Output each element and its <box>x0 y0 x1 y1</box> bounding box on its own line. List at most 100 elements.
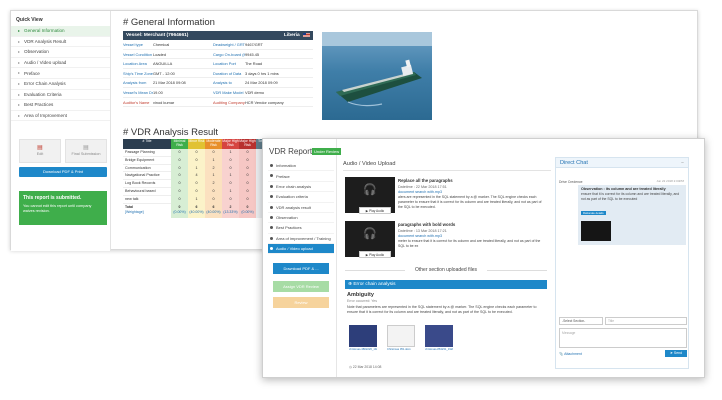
info-value: 19.00 <box>153 88 213 98</box>
info-value: 3 days 0 hrs 1 mins <box>245 69 313 79</box>
total-cell: 0 (0.00%) <box>171 203 188 218</box>
assign-review-button[interactable]: Assign VDR Review <box>273 281 329 292</box>
quick-view-item-improvement[interactable]: Area of Improvement <box>11 111 110 122</box>
chat-title: Direct Chat <box>560 160 588 166</box>
info-value: vinod kumar <box>153 98 213 108</box>
info-value: 9945.45 <box>245 50 313 60</box>
table-cell: 0 <box>222 195 239 204</box>
info-key: Deadweight / GRT <box>213 40 245 50</box>
table-cell: 0 <box>239 195 256 204</box>
audio-description: alers are represented in the SQL stateme… <box>398 195 542 209</box>
audio-title: paragraphs with bold words <box>398 222 456 227</box>
report-nav-item[interactable]: Observation <box>268 213 334 224</box>
report-nav-item[interactable]: Audio / Video upload <box>268 244 334 255</box>
edit-button[interactable]: ▤ Edit <box>19 139 61 163</box>
total-pct: (40.00%) <box>189 209 204 214</box>
audio-datetime: Datetime : 13 Mar 2018 17:21 <box>398 229 447 233</box>
flag-wrap: Liberia <box>284 31 310 40</box>
table-cell: 0 <box>188 149 205 157</box>
play-audio-button[interactable]: ▶ Play Audio <box>359 251 391 258</box>
column-header: Moderate Risk <box>205 139 222 149</box>
send-label: Send <box>673 351 683 355</box>
title-input[interactable]: Title <box>605 317 687 325</box>
table-cell: 0 <box>222 164 239 173</box>
table-cell: 1 <box>205 156 222 165</box>
section-select[interactable]: -Select Section- <box>559 317 603 325</box>
report-nav-item[interactable]: Preface <box>268 171 334 182</box>
info-key: Vessel Condition <box>123 50 153 60</box>
file-thumb[interactable]: Christmas 051.docx <box>387 325 415 351</box>
chat-form: -Select Section- Title Message 📎 Attachm… <box>559 317 687 357</box>
quick-view-item-best-practices[interactable]: Best Practices <box>11 100 110 111</box>
info-value: 9467/GRT <box>245 40 313 50</box>
play-audio-button[interactable]: ▶ Play Audio <box>359 207 391 214</box>
download-pdf-print-button[interactable]: Download PDF & Print <box>19 167 107 177</box>
send-button[interactable]: ➤ Send <box>665 350 687 357</box>
report-nav-item[interactable]: Area of improvement / Training <box>268 234 334 244</box>
report-nav-item[interactable]: Evaluation criteria <box>268 192 334 203</box>
table-cell: 0 <box>171 149 188 157</box>
column-header: Minimal Risk <box>171 139 188 149</box>
file-thumb[interactable]: christmas-863231_1920.jpg <box>425 325 453 351</box>
audio-item: 🎧 AUDIO ONLY ▶ Play Audio Replace all th… <box>345 177 547 217</box>
info-value: VDR demo <box>245 88 313 98</box>
doc-file-icon <box>387 325 415 347</box>
report-nav-item[interactable]: Information <box>268 161 334 172</box>
file-date-text: 22 Mar 2018 14:08 <box>352 365 382 369</box>
column-header: Minor Risk <box>188 139 205 149</box>
quick-view-item-vdr-analysis[interactable]: VDR Analysis Result <box>11 37 110 48</box>
file-name[interactable]: christmas-3802226_1920.jpg <box>349 348 377 351</box>
quick-view-item-audio-video[interactable]: Audio / Video upload <box>11 58 110 69</box>
info-key: Duration of Data <box>213 69 245 79</box>
table-row: Passage Planning000101 <box>123 149 273 157</box>
weightage-link[interactable]: [Weightage] <box>125 210 144 214</box>
report-nav-item[interactable]: Best Practices <box>268 223 334 234</box>
table-row: Behavioural based000101 <box>123 187 273 196</box>
submitted-notice: This report is submitted. You cannot edi… <box>19 191 107 225</box>
table-row: Log Book Records002002 <box>123 180 273 188</box>
tanker-ship-image <box>322 32 432 107</box>
info-value: GMT - 12:00 <box>153 69 213 79</box>
message-textarea[interactable]: Message <box>559 328 687 348</box>
other-files-heading: Other section uploaded files <box>345 267 547 273</box>
ambiguity-title: Ambiguity <box>347 292 374 298</box>
quick-view-item-evaluation[interactable]: Evaluation Criteria <box>11 90 110 101</box>
play-audio-label: Play Audio <box>369 209 385 213</box>
final-submission-button[interactable]: ▤ Final Submission <box>65 139 107 163</box>
table-cell: 0 <box>205 187 222 196</box>
message-image[interactable] <box>581 221 611 242</box>
table-cell: 0 <box>222 180 239 188</box>
attachment-link[interactable]: 📎 Attachment <box>559 352 582 356</box>
total-count: 0 <box>246 205 249 210</box>
quick-view-item-observation[interactable]: Observation <box>11 47 110 58</box>
table-row: Navigational Practice041106 <box>123 172 273 181</box>
download-pdf-button[interactable]: Download PDF & ... <box>273 263 329 274</box>
file-name[interactable]: Christmas 051.docx <box>387 348 415 351</box>
table-cell: 0 <box>188 180 205 188</box>
divider <box>343 170 551 171</box>
quick-view-item-preface[interactable]: Preface <box>11 68 110 79</box>
table-cell: 0 <box>171 187 188 196</box>
audio-file-link[interactable]: document search with.mp3 <box>398 234 442 238</box>
table-cell: 1 <box>222 172 239 181</box>
minimize-icon[interactable]: − <box>681 158 684 168</box>
total-count: 2 <box>229 205 232 210</box>
file-thumb[interactable]: christmas-3802226_1920.jpg <box>349 325 377 351</box>
final-submission-label: Final Submission <box>71 152 101 156</box>
table-cell: 0 <box>239 149 256 157</box>
review-button[interactable]: Review <box>273 297 329 308</box>
info-value: ANGUILLA <box>153 59 213 69</box>
edit-label: Edit <box>36 152 44 156</box>
row-title: Bridge Equipment <box>125 157 155 162</box>
audio-file-link[interactable]: document search with.mp3 <box>398 190 442 194</box>
report-nav-item[interactable]: Error chain analysis <box>268 182 334 193</box>
row-title: Behavioural based <box>125 188 156 193</box>
report-nav-item[interactable]: VDR analysis result <box>268 203 334 213</box>
quick-view-item-error-chain[interactable]: Error Chain Analysis <box>11 79 110 90</box>
file-name[interactable]: christmas-863231_1920.jpg <box>425 348 453 351</box>
table-cell: 1 <box>188 195 205 204</box>
error-chain-bar[interactable]: ⊕ Error chain analysis <box>345 280 547 289</box>
quick-view-item-general-information[interactable]: General Information <box>11 26 110 37</box>
table-cell: 1 <box>222 187 239 196</box>
message-sender: Drive Credence <box>559 180 583 184</box>
